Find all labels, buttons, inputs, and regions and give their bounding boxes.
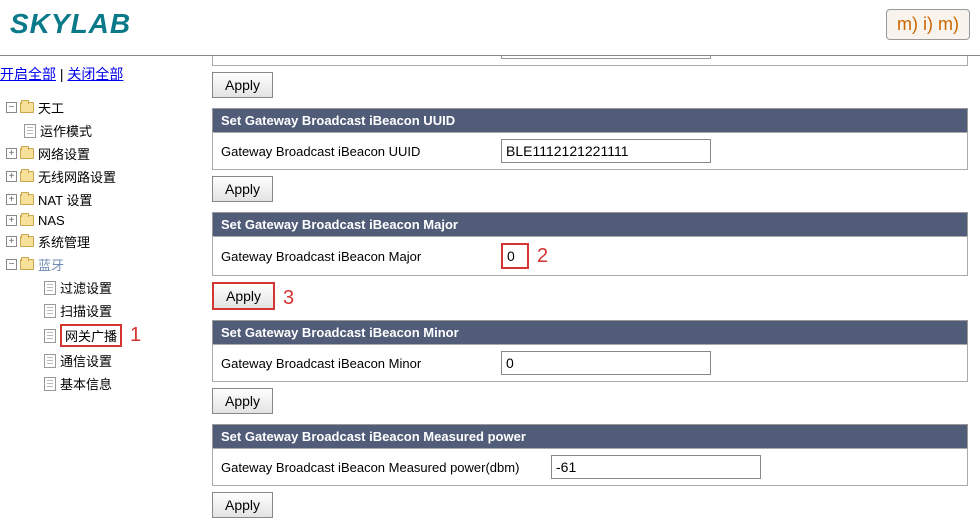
collapse-icon[interactable]: [6, 259, 17, 270]
row-label: Gateway Broadcast iBeacon UUID: [221, 144, 501, 159]
sidebar-item-bluetooth[interactable]: 蓝牙: [0, 253, 200, 276]
uuid-input[interactable]: [501, 139, 711, 163]
sidebar-item-label: 网关广播: [60, 324, 122, 347]
header: SKYLAB m) i) m): [0, 0, 980, 56]
folder-icon: [20, 215, 34, 226]
folder-icon: [20, 194, 34, 205]
skylab-logo: SKYLAB: [10, 8, 131, 40]
section-body-major: Gateway Broadcast iBeacon Major 2: [212, 236, 968, 276]
expand-icon[interactable]: [6, 215, 17, 226]
sidebar-item-comm[interactable]: 通信设置: [0, 349, 200, 372]
folder-icon: [20, 148, 34, 159]
major-input[interactable]: [501, 243, 529, 269]
mim-logo: m) i) m): [886, 9, 970, 40]
sidebar-item-label: 系统管理: [38, 232, 90, 251]
page-icon: [44, 354, 56, 368]
sidebar-item-gateway-broadcast[interactable]: 网关广播 1: [0, 322, 200, 349]
tree-root[interactable]: 天工: [0, 96, 200, 119]
content-panel: Apply Set Gateway Broadcast iBeacon UUID…: [200, 56, 980, 528]
sidebar-item-label: 通信设置: [60, 351, 112, 370]
apply-button-uuid[interactable]: Apply: [212, 176, 273, 202]
sidebar: 开启全部 | 关闭全部 天工 运作模式 网络设置 无线网路设置: [0, 56, 200, 528]
sidebar-item-label: 蓝牙: [38, 255, 64, 274]
sidebar-item-scan[interactable]: 扫描设置: [0, 299, 200, 322]
apply-button-minor[interactable]: Apply: [212, 388, 273, 414]
folder-icon: [20, 259, 34, 270]
sidebar-item-label: 网络设置: [38, 144, 90, 163]
logo-text: SKYLAB: [10, 8, 131, 39]
sidebar-item-label: NAT 设置: [38, 190, 92, 209]
folder-icon: [20, 171, 34, 182]
close-all-link[interactable]: 关闭全部: [67, 66, 123, 82]
folder-icon: [20, 102, 34, 113]
apply-button-measured[interactable]: Apply: [212, 492, 273, 518]
annotation-2: 2: [537, 245, 548, 268]
sidebar-item-label: 无线网路设置: [38, 167, 116, 186]
sidebar-item-basic-info[interactable]: 基本信息: [0, 372, 200, 395]
row-label: Gateway Broadcast iBeacon Major: [221, 249, 501, 264]
toggle-links: 开启全部 | 关闭全部: [0, 64, 200, 96]
folder-icon: [20, 236, 34, 247]
expand-icon[interactable]: [6, 194, 17, 205]
section-header-measured: Set Gateway Broadcast iBeacon Measured p…: [212, 424, 968, 448]
minor-input[interactable]: [501, 351, 711, 375]
page-icon: [44, 304, 56, 318]
section-body-uuid: Gateway Broadcast iBeacon UUID: [212, 132, 968, 170]
open-all-link[interactable]: 开启全部: [0, 66, 56, 82]
nav-tree: 天工 运作模式 网络设置 无线网路设置 NAT 设置: [0, 96, 200, 395]
collapse-icon[interactable]: [6, 102, 17, 113]
measured-input[interactable]: [551, 455, 761, 479]
page-icon: [44, 377, 56, 391]
sidebar-item-label: 基本信息: [60, 374, 112, 393]
sidebar-item-nat[interactable]: NAT 设置: [0, 188, 200, 211]
sidebar-item-label: 扫描设置: [60, 301, 112, 320]
row-label: Gateway Broadcast iBeacon Minor: [221, 356, 501, 371]
sidebar-item-label: 运作模式: [40, 121, 92, 140]
row-label: Gateway Broadcast iBeacon Measured power…: [221, 460, 551, 475]
expand-icon[interactable]: [6, 148, 17, 159]
sidebar-item-label: NAS: [38, 213, 65, 228]
apply-button-major[interactable]: Apply: [212, 282, 275, 310]
apply-button[interactable]: Apply: [212, 72, 273, 98]
page-icon: [44, 281, 56, 295]
sidebar-item-wireless[interactable]: 无线网路设置: [0, 165, 200, 188]
expand-icon[interactable]: [6, 171, 17, 182]
section-body-measured: Gateway Broadcast iBeacon Measured power…: [212, 448, 968, 486]
annotation-1: 1: [130, 324, 141, 347]
annotation-3: 3: [283, 287, 294, 310]
sidebar-item-network[interactable]: 网络设置: [0, 142, 200, 165]
page-icon: [24, 124, 36, 138]
section-header-major: Set Gateway Broadcast iBeacon Major: [212, 212, 968, 236]
sidebar-item-label: 天工: [38, 98, 64, 117]
section-header-uuid: Set Gateway Broadcast iBeacon UUID: [212, 108, 968, 132]
expand-icon[interactable]: [6, 236, 17, 247]
section-body-minor: Gateway Broadcast iBeacon Minor: [212, 344, 968, 382]
sidebar-item-sysadmin[interactable]: 系统管理: [0, 230, 200, 253]
sidebar-item-nas[interactable]: NAS: [0, 211, 200, 230]
page-icon: [44, 329, 56, 343]
sidebar-item-filter[interactable]: 过滤设置: [0, 276, 200, 299]
partial-input: [501, 56, 711, 59]
sidebar-item-operation-mode[interactable]: 运作模式: [0, 119, 200, 142]
section-header-minor: Set Gateway Broadcast iBeacon Minor: [212, 320, 968, 344]
sidebar-item-label: 过滤设置: [60, 278, 112, 297]
